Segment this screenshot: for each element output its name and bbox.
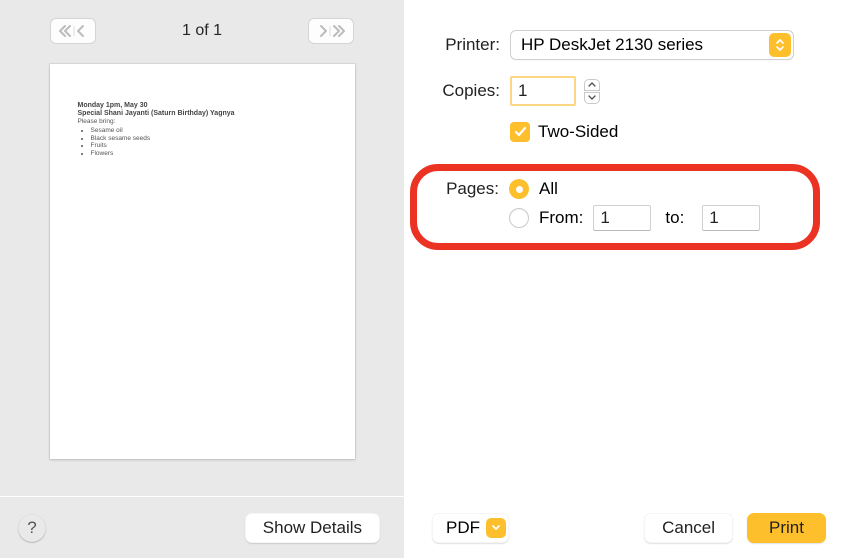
two-sided-label: Two-Sided xyxy=(538,122,618,142)
two-sided-checkbox[interactable] xyxy=(510,122,530,142)
copies-input[interactable] xyxy=(510,76,576,106)
pdf-label: PDF xyxy=(446,518,480,538)
pages-to-input[interactable] xyxy=(702,205,760,231)
pages-from-input[interactable] xyxy=(593,205,651,231)
settings-pane: Printer: HP DeskJet 2130 series Copies: xyxy=(404,0,850,496)
copies-stepper[interactable] xyxy=(584,78,600,104)
copies-label: Copies: xyxy=(418,81,510,101)
printer-select[interactable]: HP DeskJet 2130 series xyxy=(510,30,794,60)
prev-page-group[interactable] xyxy=(50,18,96,44)
stepper-up-icon[interactable] xyxy=(584,79,600,91)
pages-range-radio[interactable] xyxy=(509,208,529,228)
pages-from-label: From: xyxy=(539,208,583,228)
pdf-menu-button[interactable]: PDF xyxy=(432,513,509,543)
preview-pane: 1 of 1 Monday 1pm, May 30 Special Shani … xyxy=(0,0,404,496)
print-preview-page: Monday 1pm, May 30 Special Shani Jayanti… xyxy=(50,64,355,459)
double-chevron-right-icon xyxy=(317,24,345,38)
pages-label: Pages: xyxy=(429,179,509,199)
pages-all-label: All xyxy=(539,179,558,199)
updown-chevron-icon xyxy=(769,33,791,57)
print-button[interactable]: Print xyxy=(747,513,826,543)
printer-value: HP DeskJet 2130 series xyxy=(521,35,703,55)
help-button[interactable]: ? xyxy=(18,514,46,542)
chevron-down-icon xyxy=(486,518,506,538)
pages-all-radio[interactable] xyxy=(509,179,529,199)
double-chevron-left-icon xyxy=(59,24,87,38)
show-details-button[interactable]: Show Details xyxy=(245,513,380,543)
cancel-button[interactable]: Cancel xyxy=(644,513,733,543)
page-indicator: 1 of 1 xyxy=(182,22,222,40)
printer-label: Printer: xyxy=(418,35,510,55)
page-nav: 1 of 1 xyxy=(0,0,404,54)
check-icon xyxy=(514,126,527,138)
pages-highlight: Pages: All From: to: xyxy=(410,164,820,250)
next-page-group[interactable] xyxy=(308,18,354,44)
stepper-down-icon[interactable] xyxy=(584,92,600,104)
pages-to-label: to: xyxy=(665,208,684,228)
